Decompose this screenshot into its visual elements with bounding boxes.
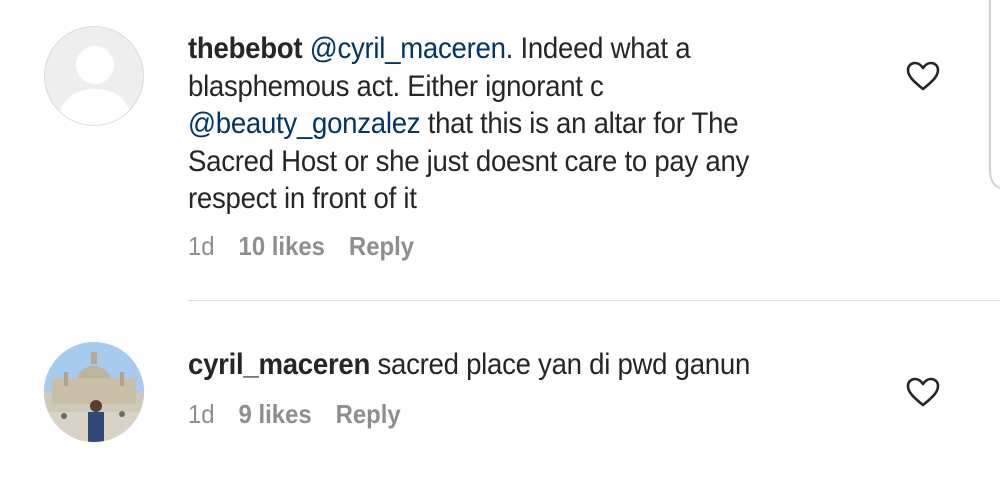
reply-button[interactable]: Reply: [349, 231, 414, 261]
likes-count[interactable]: 10 likes: [239, 231, 325, 261]
comment-text-segment: sacred place yan di pwd ganun: [377, 348, 751, 381]
screen-edge: [988, 0, 1000, 190]
profile-photo: [44, 342, 144, 442]
avatar[interactable]: [44, 342, 144, 442]
comment-item: cyril_maceren sacred place yan di pwd ga…: [0, 301, 1000, 479]
comment-text: cyril_maceren sacred place yan di pwd ga…: [188, 346, 823, 384]
comment-meta: 1d 9 likes Reply: [188, 399, 401, 429]
mention-link[interactable]: @beauty_gonzalez: [188, 107, 421, 140]
comment-timestamp[interactable]: 1d: [188, 399, 215, 429]
comment-username[interactable]: cyril_maceren: [188, 348, 370, 381]
likes-count[interactable]: 9 likes: [239, 399, 312, 429]
heart-outline-icon: [906, 377, 940, 407]
heart-outline-icon: [906, 61, 940, 91]
like-button[interactable]: [905, 376, 941, 408]
avatar[interactable]: [44, 26, 144, 126]
comment-meta: 1d 10 likes Reply: [188, 231, 414, 261]
comment-timestamp[interactable]: 1d: [188, 231, 215, 261]
mention-link[interactable]: @cyril_maceren: [310, 32, 506, 65]
like-button[interactable]: [905, 60, 941, 92]
comment-username[interactable]: thebebot: [188, 32, 303, 65]
default-profile-icon: [57, 46, 133, 125]
reply-button[interactable]: Reply: [336, 399, 401, 429]
comment-item: thebebot @cyril_maceren. Indeed what a b…: [0, 0, 1000, 300]
comment-text: thebebot @cyril_maceren. Indeed what a b…: [188, 30, 823, 218]
